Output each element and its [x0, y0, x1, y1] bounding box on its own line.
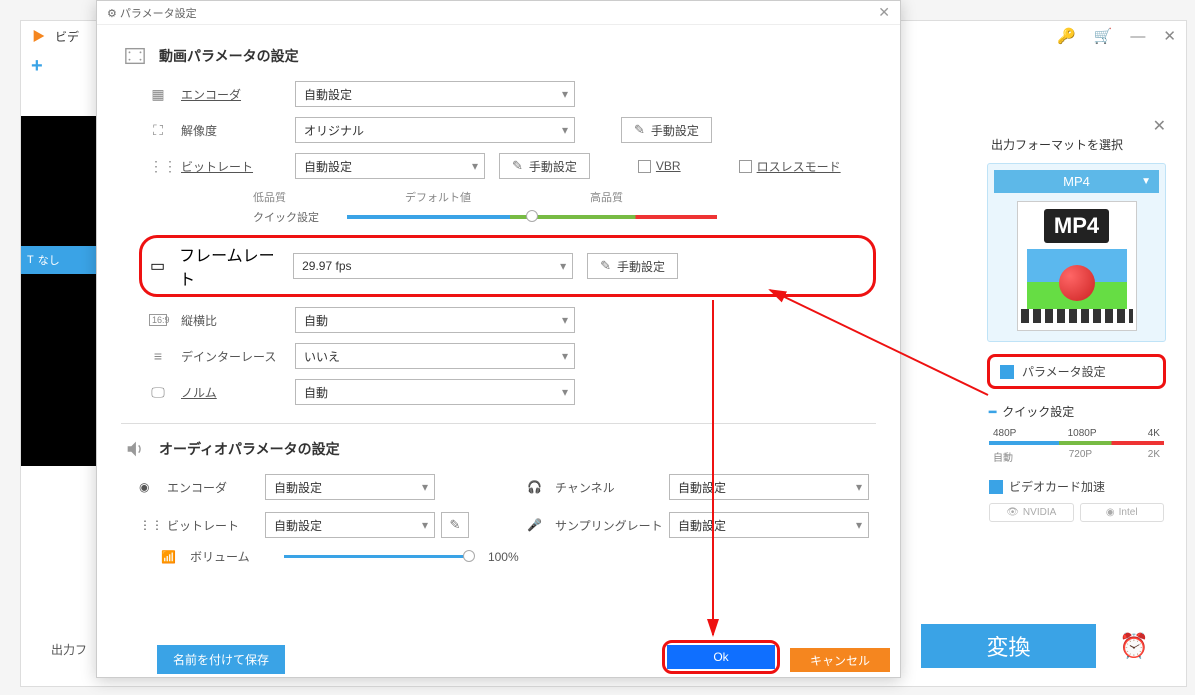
- deinterlace-row: ≡ デインターレース いいえ: [149, 343, 876, 369]
- item-label: なし: [38, 252, 60, 268]
- samplerate-icon: 🎤: [527, 518, 549, 532]
- dialog-close-icon[interactable]: ✕: [878, 4, 890, 21]
- app-logo-icon: [31, 28, 47, 44]
- gpu-accel-row[interactable]: ビデオカード加速: [989, 478, 1164, 495]
- divider: [121, 423, 876, 424]
- encoder-select[interactable]: 自動設定: [295, 81, 575, 107]
- vbr-checkbox[interactable]: VBR: [638, 159, 681, 173]
- bitrate-select[interactable]: 自動設定: [295, 153, 485, 179]
- quality-labels: 低品質 デフォルト値 高品質: [253, 189, 623, 205]
- cancel-button[interactable]: キャンセル: [790, 648, 890, 672]
- bitrate-row: ⋮⋮ ビットレート 自動設定 ✎手動設定 VBR ロスレスモード: [149, 153, 876, 179]
- film-icon: [121, 45, 149, 67]
- quality-slider[interactable]: [347, 215, 717, 219]
- framerate-select[interactable]: 29.97 fps: [293, 253, 573, 279]
- quality-slider[interactable]: [989, 441, 1164, 445]
- quick-slider-row: クイック設定: [209, 209, 876, 225]
- nvidia-tag: 👁NVIDIA: [989, 503, 1074, 522]
- main-title: ビデ: [55, 28, 79, 45]
- close-icon[interactable]: ✕: [1163, 27, 1176, 45]
- audio-samplerate-select[interactable]: 自動設定: [669, 512, 869, 538]
- dash-icon: ━: [989, 405, 996, 419]
- aspect-row: 16:9 縦横比 自動: [149, 307, 876, 333]
- quick-settings: ━ クイック設定 480P 1080P 4K 自動 720P 2K: [989, 403, 1164, 464]
- convert-button[interactable]: 変換: [921, 624, 1096, 668]
- video-section-header: 動画パラメータの設定: [121, 45, 876, 67]
- panel-title: 出力フォーマットを選択: [991, 136, 1174, 153]
- sliders-icon: [1000, 365, 1014, 379]
- audio-bitrate-edit-button[interactable]: ✎: [441, 512, 469, 538]
- resolution-manual-button[interactable]: ✎手動設定: [621, 117, 712, 143]
- dialog-titlebar: ⚙ パラメータ設定 ✕: [97, 1, 900, 25]
- bitrate-icon: ⋮⋮: [149, 158, 167, 175]
- pencil-icon: ✎: [600, 258, 611, 274]
- audio-encoder-select[interactable]: 自動設定: [265, 474, 435, 500]
- norm-select[interactable]: 自動: [295, 379, 575, 405]
- speaker-icon: [121, 438, 149, 460]
- mp4-badge: MP4: [1044, 209, 1109, 243]
- intel-tag: ◉Intel: [1080, 503, 1165, 522]
- deinterlace-select[interactable]: いいえ: [295, 343, 575, 369]
- resolution-icon: ⛶: [149, 122, 167, 139]
- thumbnail-image: [1027, 249, 1127, 309]
- audio-bitrate-select[interactable]: 自動設定: [265, 512, 435, 538]
- resolution-row: ⛶ 解像度 オリジナル ✎手動設定: [149, 117, 876, 143]
- bitrate-manual-button[interactable]: ✎手動設定: [499, 153, 590, 179]
- film-strip-icon: [1021, 309, 1133, 323]
- add-button[interactable]: +: [31, 55, 43, 78]
- pencil-icon: ✎: [634, 122, 645, 138]
- right-panel: ✕ 出力フォーマットを選択 MP4 ▼ MP4 パラメータ設定 ━ クイック設定…: [979, 116, 1174, 616]
- parameter-dialog: ⚙ パラメータ設定 ✕ 動画パラメータの設定 ▦ エンコーダ 自動設定 ⛶ 解像…: [96, 0, 901, 678]
- framerate-icon: ▭: [150, 256, 165, 276]
- channel-icon: 🎧: [527, 480, 549, 494]
- resolution-select[interactable]: オリジナル: [295, 117, 575, 143]
- volume-slider[interactable]: [284, 555, 474, 558]
- encoder-row: ▦ エンコーダ 自動設定: [149, 81, 876, 107]
- vendor-row: 👁NVIDIA ◉Intel: [989, 503, 1164, 522]
- ok-highlight: Ok: [662, 640, 780, 674]
- audio-encoder-icon: ◉: [139, 480, 161, 494]
- audio-grid: ◉ エンコーダ 自動設定 🎧 チャンネル 自動設定 ⋮⋮ ビットレート 自動設定…: [139, 474, 876, 538]
- key-icon[interactable]: 🔑: [1057, 27, 1076, 45]
- minimize-icon[interactable]: —: [1130, 28, 1145, 45]
- framerate-manual-button[interactable]: ✎手動設定: [587, 253, 678, 279]
- encoder-icon: ▦: [149, 86, 167, 103]
- norm-icon: 🖵: [149, 384, 167, 401]
- quality-labels-top: 480P 1080P 4K: [989, 428, 1164, 439]
- deinterlace-icon: ≡: [149, 348, 167, 364]
- format-thumbnail: MP4: [1017, 201, 1137, 331]
- chevron-down-icon: ▼: [1141, 176, 1151, 187]
- parameter-settings-button[interactable]: パラメータ設定: [987, 354, 1166, 389]
- audio-bitrate-icon: ⋮⋮: [139, 518, 161, 532]
- cart-icon[interactable]: 🛒: [1094, 27, 1113, 45]
- format-card[interactable]: MP4 ▼ MP4: [987, 163, 1166, 342]
- save-as-button[interactable]: 名前を付けて保存: [157, 645, 285, 674]
- pencil-icon: ✎: [512, 158, 523, 174]
- output-label-fragment: 出力フ: [51, 641, 87, 658]
- audio-section-header: オーディオパラメータの設定: [121, 438, 876, 460]
- panel-close-icon[interactable]: ✕: [1153, 116, 1166, 136]
- quality-labels-bottom: 自動 720P 2K: [989, 449, 1164, 464]
- aspect-select[interactable]: 自動: [295, 307, 575, 333]
- lossless-checkbox[interactable]: ロスレスモード: [739, 158, 841, 175]
- volume-row: 📶 ボリューム 100%: [161, 548, 876, 565]
- norm-row: 🖵 ノルム 自動: [149, 379, 876, 405]
- timer-icon[interactable]: ⏰: [1112, 624, 1156, 668]
- dialog-footer: 名前を付けて保存 Ok キャンセル: [97, 641, 900, 677]
- ok-button[interactable]: Ok: [667, 645, 775, 669]
- volume-icon: 📶: [161, 550, 176, 564]
- audio-channel-select[interactable]: 自動設定: [669, 474, 869, 500]
- framerate-row-highlight: ▭ フレームレート 29.97 fps ✎手動設定: [139, 235, 876, 297]
- format-select[interactable]: MP4 ▼: [994, 170, 1159, 193]
- aspect-icon: 16:9: [149, 314, 167, 326]
- chip-icon: [989, 480, 1003, 494]
